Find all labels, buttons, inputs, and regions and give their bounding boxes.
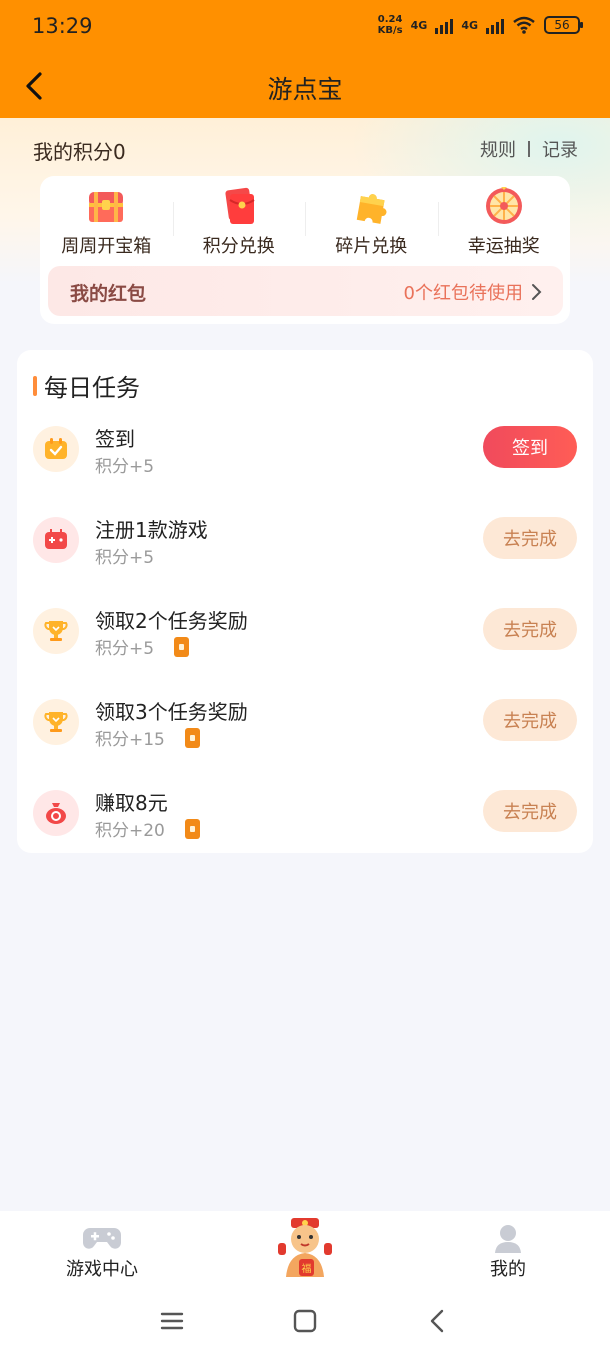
gamepad-icon <box>83 1228 121 1249</box>
task-name: 领取3个任务奖励 <box>95 700 248 724</box>
nav-label: 游戏中心 <box>66 1259 138 1280</box>
my-red-packet-row[interactable]: 我的红包 0个红包待使用 <box>48 266 563 316</box>
status-bar: 13:29 0.24 KB/s 4G 4G 56 <box>0 0 610 56</box>
network-speed-value: 0.24 <box>377 14 403 25</box>
status-time: 13:29 <box>32 14 93 38</box>
task-reward-text: 积分+20 <box>95 821 165 841</box>
coupon-icon <box>184 818 200 839</box>
task-row: 注册1款游戏 积分+5 去完成 <box>17 511 593 571</box>
feature-label: 周周开宝箱 <box>61 236 152 257</box>
task-name: 注册1款游戏 <box>95 518 208 542</box>
page-title: 游点宝 <box>267 75 343 104</box>
daily-tasks-heading: 每日任务 <box>33 368 140 403</box>
back-icon[interactable] <box>423 1306 453 1336</box>
game-console-icon <box>33 517 79 563</box>
feature-list: 周周开宝箱 积分兑换 碎片兑换 幸运抽奖 <box>40 184 570 264</box>
network-speed-unit: KB/s <box>377 25 403 36</box>
task-reward: 积分+5 <box>95 543 154 568</box>
task-name: 签到 <box>95 427 135 451</box>
task-row: 赚取8元 积分+20 去完成 <box>17 784 593 844</box>
go-complete-button[interactable]: 去完成 <box>483 699 577 741</box>
go-complete-button[interactable]: 去完成 <box>483 517 577 559</box>
feature-label: 碎片兑换 <box>335 236 408 257</box>
task-row: 领取3个任务奖励 积分+15 去完成 <box>17 693 593 753</box>
task-reward: 积分+20 <box>95 816 200 841</box>
network-speed: 0.24 KB/s <box>378 14 403 36</box>
money-bag-icon <box>33 790 79 836</box>
treasure-chest-icon <box>89 192 124 222</box>
battery-level: 56 <box>554 18 570 32</box>
calendar-check-icon <box>33 426 79 472</box>
feature-points-exchange[interactable]: 积分兑换 <box>172 184 306 264</box>
bottom-nav: 游戏中心 福 我的 <box>0 1211 610 1290</box>
feature-label: 幸运抽奖 <box>467 236 540 257</box>
feature-label: 积分兑换 <box>202 236 275 257</box>
links-divider <box>528 141 530 157</box>
chevron-right-icon <box>532 284 542 300</box>
nav-label: 我的 <box>490 1259 526 1280</box>
feature-fragment-exchange[interactable]: 碎片兑换 <box>305 184 438 264</box>
task-name: 赚取8元 <box>95 791 168 815</box>
wifi-icon <box>513 16 535 34</box>
trophy-icon <box>33 699 79 745</box>
red-packet-count: 0个红包待使用 <box>403 283 523 304</box>
task-reward: 积分+5 <box>95 634 190 659</box>
feature-card: 周周开宝箱 积分兑换 碎片兑换 幸运抽奖 我的红包 0个红包待使用 <box>40 176 570 324</box>
net-type-1: 4G <box>410 18 428 32</box>
sign-in-button[interactable]: 签到 <box>483 426 577 468</box>
task-reward-text: 积分+5 <box>95 639 155 659</box>
task-reward-text: 积分+5 <box>95 548 155 568</box>
red-packet-value: 0个红包待使用 <box>404 279 543 305</box>
mascot-badge: 福 <box>302 1262 312 1275</box>
rules-link[interactable]: 规则 <box>480 136 516 162</box>
task-reward: 积分+5 <box>95 452 154 477</box>
system-nav-bar <box>0 1290 610 1356</box>
signal-icon <box>435 16 454 34</box>
user-icon <box>495 1225 521 1253</box>
home-icon[interactable] <box>290 1306 320 1336</box>
task-reward: 积分+15 <box>95 725 200 750</box>
feature-lucky-draw[interactable]: 幸运抽奖 <box>437 184 571 264</box>
battery-icon: 56 <box>544 16 583 34</box>
coupon-icon <box>184 727 200 748</box>
coupon-icon <box>174 636 190 657</box>
net-type-2: 4G <box>461 18 478 32</box>
red-envelope-icon <box>225 187 255 224</box>
go-complete-button[interactable]: 去完成 <box>483 608 577 650</box>
status-icons: 0.24 KB/s 4G 4G 56 <box>378 14 583 36</box>
task-reward-text: 积分+5 <box>95 457 155 477</box>
app-header: 游点宝 <box>0 56 610 118</box>
signal-icon-2 <box>486 16 504 34</box>
red-packet-title: 我的红包 <box>70 283 147 305</box>
lucky-wheel-icon <box>485 187 522 224</box>
task-name: 领取2个任务奖励 <box>95 609 248 633</box>
trophy-icon <box>33 608 79 654</box>
nav-mine[interactable]: 我的 <box>448 1223 568 1281</box>
mascot-icon[interactable]: 福 <box>272 1215 338 1281</box>
task-reward-text: 积分+15 <box>95 730 165 750</box>
puzzle-icon <box>357 194 387 224</box>
points-links: 规则 记录 <box>480 136 578 162</box>
task-row: 签到 积分+5 签到 <box>17 420 593 480</box>
menu-icon[interactable] <box>157 1306 187 1336</box>
daily-tasks-card: 每日任务 签到 积分+5 签到 注册1款游戏 积分+5 去完成 领取2个任务奖励… <box>17 350 593 853</box>
go-complete-button[interactable]: 去完成 <box>483 790 577 832</box>
nav-game-center[interactable]: 游戏中心 <box>42 1223 162 1281</box>
task-row: 领取2个任务奖励 积分+5 去完成 <box>17 602 593 662</box>
feature-treasure-box[interactable]: 周周开宝箱 <box>40 184 173 264</box>
records-link[interactable]: 记录 <box>542 136 578 162</box>
my-points: 我的积分0 <box>33 140 126 164</box>
